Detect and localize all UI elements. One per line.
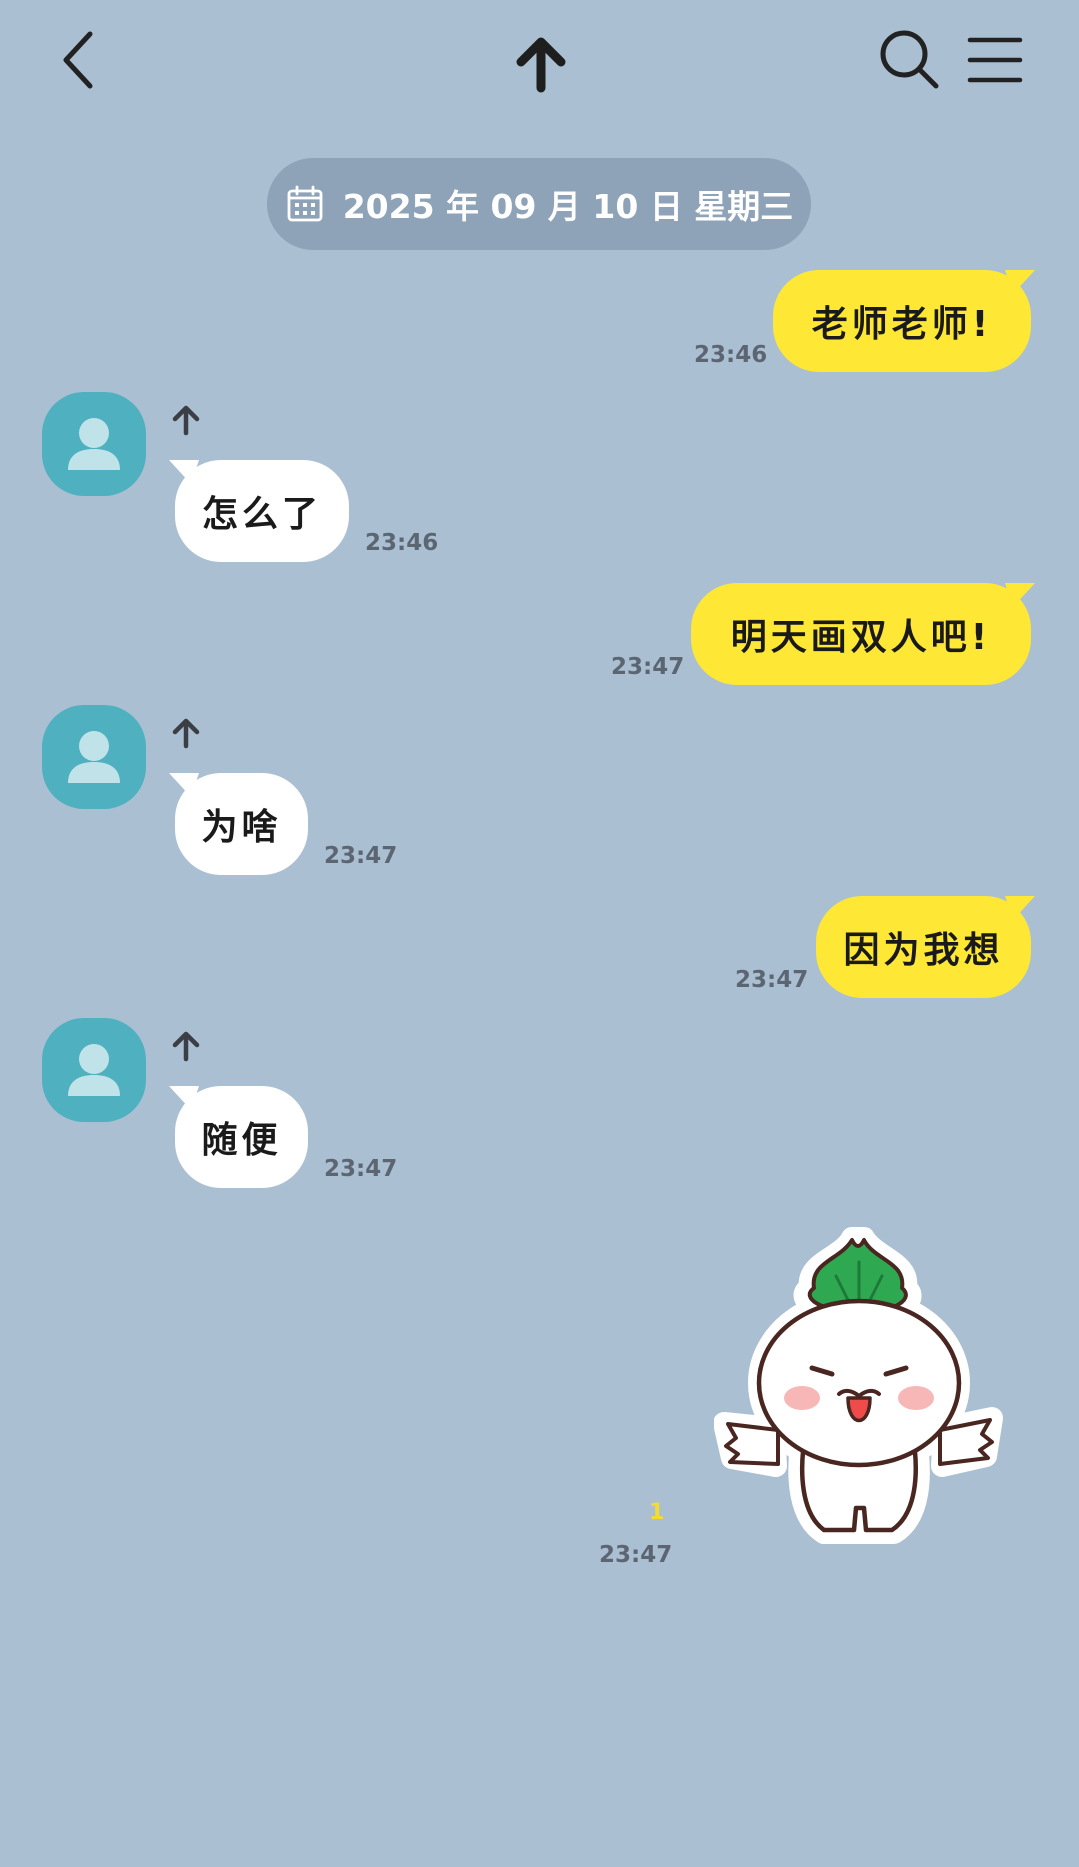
calendar-icon [287,185,323,222]
default-user-icon [68,418,120,470]
message-text: 因为我想 [843,930,1004,971]
message-timestamp: 23:47 [324,843,398,869]
incoming-message-bubble[interactable]: 随便 [169,1086,308,1188]
radish-character-sticker[interactable] [714,1218,1004,1558]
incoming-message-bubble[interactable]: 为啥 [169,773,308,875]
chevron-left-icon[interactable] [56,28,104,92]
avatar[interactable] [42,705,146,809]
outgoing-message-bubble[interactable]: 因为我想 [816,896,1035,998]
arrow-up-icon [516,37,566,93]
arrow-up-icon [172,718,200,749]
unread-count: 1 [649,1500,665,1525]
message-text: 随便 [201,1120,282,1161]
message-timestamp: 23:47 [611,654,685,680]
outgoing-message-bubble[interactable]: 明天画双人吧! [691,583,1035,685]
incoming-message-bubble[interactable]: 怎么了 [169,460,349,562]
message-text: 怎么了 [202,494,323,535]
message-text: 明天画双人吧! [730,617,992,658]
message-timestamp: 23:47 [735,967,809,993]
arrow-up-icon [172,1031,200,1062]
outgoing-message-bubble[interactable]: 老师老师! [773,270,1035,372]
message-timestamp: 23:47 [599,1542,673,1568]
message-timestamp: 23:46 [365,530,439,556]
message-timestamp: 23:47 [324,1156,398,1182]
message-timestamp: 23:46 [694,342,768,368]
arrow-up-icon [172,405,200,436]
avatar[interactable] [42,1018,146,1122]
search-icon[interactable] [878,28,942,92]
default-user-icon [68,731,120,783]
message-text: 为啥 [201,807,282,848]
date-divider-text: 2025 年 09 月 10 日 星期三 [342,187,794,226]
default-user-icon [68,1044,120,1096]
hamburger-menu-icon[interactable] [966,32,1024,88]
top-bar [0,0,1079,120]
avatar[interactable] [42,392,146,496]
message-text: 老师老师! [811,304,993,345]
date-divider: 2025 年 09 月 10 日 星期三 [267,158,811,250]
